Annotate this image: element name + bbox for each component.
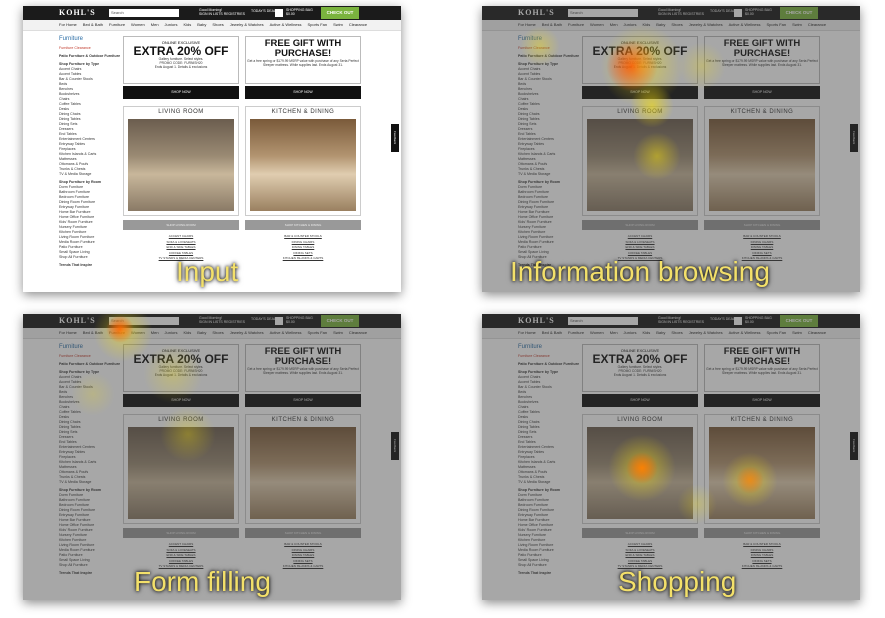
room-title: KITCHEN & DINING — [271, 109, 335, 115]
caption-input: Input — [176, 256, 239, 287]
kitchen-dining-photo[interactable] — [250, 119, 356, 211]
living-room-tile[interactable]: LIVING ROOM — [123, 106, 239, 216]
nav-item[interactable]: For Home — [59, 22, 77, 27]
nav-item[interactable]: Women — [131, 22, 145, 27]
heatmap-overlay — [482, 314, 860, 600]
shop-kitchen-dining-button[interactable]: SHOP KITCHEN & DINING — [245, 220, 361, 230]
shop-living-room-button[interactable]: SHOP LIVING ROOM — [123, 220, 239, 230]
heatmap-overlay — [23, 314, 401, 600]
feedback-tab[interactable]: Feedback — [391, 124, 399, 152]
nav-item[interactable]: Clearance — [349, 22, 367, 27]
nav-item[interactable]: Sports Fan — [308, 22, 328, 27]
heatmap-hotspot — [143, 344, 203, 404]
promo-extra-20-off[interactable]: ONLINE EXCLUSIVE EXTRA 20% OFF Gallery f… — [123, 36, 239, 84]
heatmap-hotspot — [677, 484, 717, 524]
room-title: LIVING ROOM — [158, 109, 204, 115]
heatmap-hotspot — [630, 84, 674, 128]
panel-information-browsing: KOHL'S Search ⚲ Good Morning! SIGN IN LI… — [482, 6, 860, 292]
promo-headline: FREE GIFT WITH PURCHASE! — [264, 38, 342, 59]
panel-shopping: KOHL'S Search ⚲ Good Morning! SIGN IN LI… — [482, 314, 860, 600]
shopping-bag-total: $0.00 — [286, 12, 295, 16]
nav-item[interactable]: Bed & Bath — [83, 22, 103, 27]
shopping-bag-icon[interactable] — [275, 9, 283, 17]
promo-free-gift[interactable]: FREE GIFT WITH PURCHASE! Get a free spri… — [245, 36, 361, 84]
promo-details: Get a free spring or $179.99 MSRP value … — [247, 59, 359, 67]
heatmap-hotspot — [722, 452, 778, 508]
nav-item[interactable]: Jewelry & Watches — [230, 22, 264, 27]
nav-item[interactable]: Active & Wellness — [270, 22, 302, 27]
panel-form-filling: KOHL'S Search ⚲ Good Morning! SIGN IN LI… — [23, 314, 401, 600]
heatmap-hotspot — [160, 406, 216, 462]
search-icon[interactable]: ⚲ — [173, 9, 181, 17]
search-input[interactable]: Search — [109, 9, 179, 17]
category-link[interactable]: KITCHEN ISLANDS & CARTS — [245, 256, 361, 262]
kitchen-dining-tile[interactable]: KITCHEN & DINING — [245, 106, 361, 216]
shop-now-button[interactable]: SHOP NOW — [245, 86, 361, 99]
shop-now-button[interactable]: SHOP NOW — [123, 86, 239, 99]
kitchen-dining-links: BAR & COUNTER STOOLS DINING CHAIRS DINING … — [245, 234, 361, 262]
nav-item[interactable]: Men — [151, 22, 159, 27]
nav-item[interactable]: Furniture — [109, 22, 125, 27]
heatmap-hotspot — [633, 132, 681, 180]
heatmap-hotspot — [520, 26, 560, 66]
caption-form-filling: Form filling — [134, 566, 271, 597]
top-bar: KOHL'S Search ⚲ Good Morning! SIGN IN LI… — [23, 6, 401, 20]
heatmap-overlay — [482, 6, 860, 292]
sidebar-link-clearance[interactable]: Furniture Clearance — [59, 46, 121, 51]
heatmap-hotspot — [608, 434, 676, 502]
shopping-bag[interactable]: SHOPPING BAG $0.00 — [286, 8, 313, 16]
account-menu[interactable]: Good Morning! SIGN IN LISTS REGISTRIES — [199, 8, 245, 16]
sidebar-link[interactable]: Shop All Furniture — [59, 255, 121, 260]
nav-item[interactable]: Shoes — [212, 22, 223, 27]
nav-item[interactable]: Kids — [183, 22, 191, 27]
sidebar-link-patio[interactable]: Patio Furniture & Outdoor Furniture — [59, 54, 121, 59]
living-room-photo[interactable] — [128, 119, 234, 211]
promo-headline: EXTRA 20% OFF — [133, 44, 229, 58]
heatmap-hotspot — [71, 372, 115, 416]
account-links[interactable]: SIGN IN LISTS REGISTRIES — [199, 12, 245, 16]
nav-item[interactable]: Juniors — [165, 22, 178, 27]
kohls-furniture-page: KOHL'S Search ⚲ Good Morning! SIGN IN LI… — [23, 6, 401, 292]
heatmap-hotspot — [93, 314, 153, 362]
sidebar-heading-trends: Trends That Inspire — [59, 263, 93, 267]
sidebar-title: Furniture — [59, 36, 84, 42]
caption-shopping: Shopping — [618, 566, 737, 597]
caption-information-browsing: Information browsing — [510, 256, 770, 287]
nav-item[interactable]: Baby — [197, 22, 206, 27]
main-nav: For Home Bed & Bath Furniture Women Men Junio… — [23, 20, 401, 31]
heatmap-hotspot — [678, 42, 726, 90]
sidebar-link[interactable]: TV & Media Storage — [59, 172, 121, 177]
nav-item[interactable]: Swim — [333, 22, 343, 27]
panel-input: KOHL'S Search ⚲ Good Morning! SIGN IN LI… — [23, 6, 401, 292]
kohls-logo[interactable]: KOHL'S — [59, 8, 96, 17]
checkout-button[interactable]: CHECK OUT — [321, 7, 359, 19]
sidebar: Furniture Furniture Clearance Patio Furnit… — [59, 36, 121, 268]
promo-details[interactable]: Ends August 1. Details & exclusions — [124, 65, 238, 69]
